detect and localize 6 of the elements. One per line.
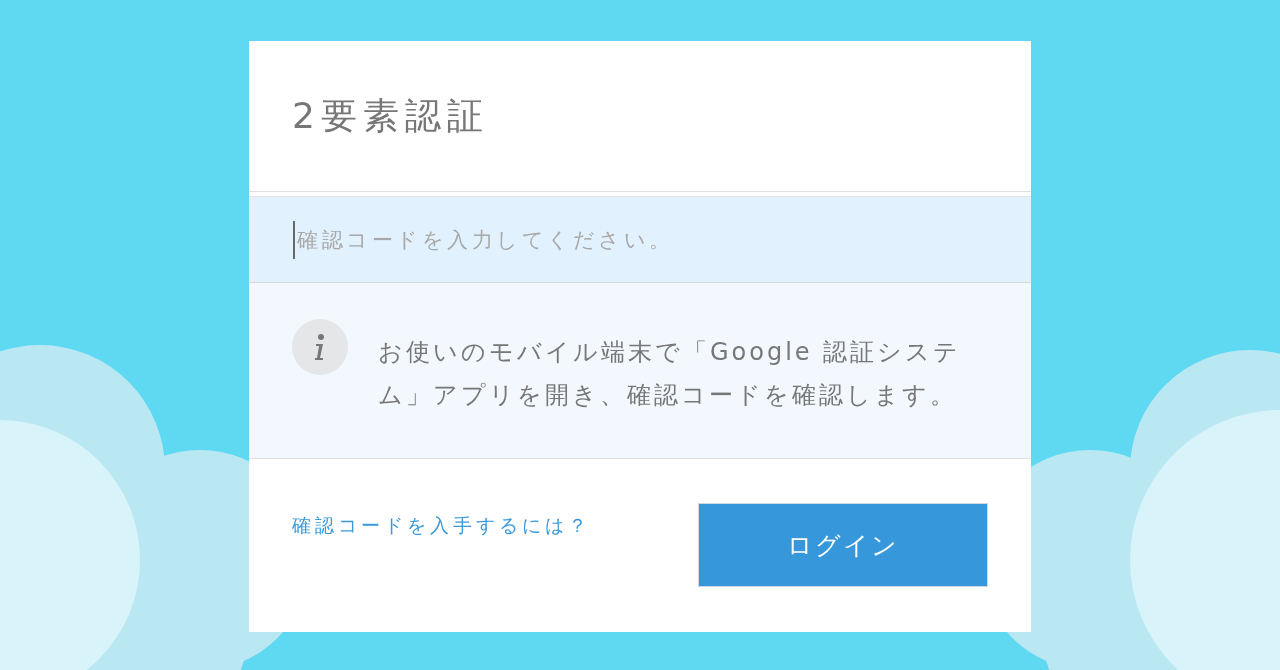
login-button[interactable]: ログイン — [698, 503, 988, 587]
code-field[interactable]: 確認コードを入力してください。 — [249, 196, 1031, 283]
dialog-title: 2要素認証 — [292, 93, 489, 138]
help-link[interactable]: 確認コードを入手するには？ — [292, 513, 591, 539]
info-text: お使いのモバイル端末で「Google 認証システム」アプリを開き、確認コードを確認します。 — [378, 337, 963, 411]
info-icon — [292, 319, 348, 375]
